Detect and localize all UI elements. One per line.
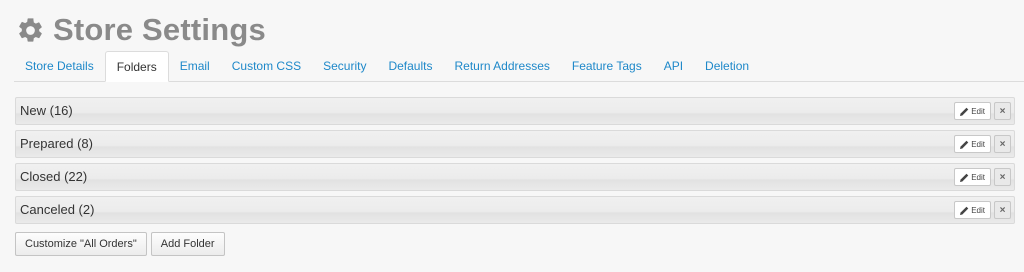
folder-name: Canceled (2): [20, 202, 95, 217]
tab-security[interactable]: Security: [312, 51, 377, 81]
add-folder-button[interactable]: Add Folder: [150, 232, 225, 256]
page-title: Store Settings: [53, 12, 266, 47]
pencil-icon: [960, 173, 969, 182]
tab-email[interactable]: Email: [169, 51, 221, 81]
edit-label: Edit: [971, 172, 985, 182]
remove-folder-button[interactable]: ×: [994, 102, 1011, 120]
tab-store-details[interactable]: Store Details: [14, 51, 105, 81]
edit-label: Edit: [971, 205, 985, 215]
pencil-icon: [960, 206, 969, 215]
tab-folders[interactable]: Folders: [104, 51, 169, 82]
edit-folder-button[interactable]: Edit: [954, 168, 991, 186]
tab-deletion[interactable]: Deletion: [694, 51, 760, 81]
remove-folder-button[interactable]: ×: [994, 135, 1011, 153]
tab-defaults[interactable]: Defaults: [377, 51, 443, 81]
tab-feature-tags[interactable]: Feature Tags: [561, 51, 653, 81]
page-header: Store Settings: [16, 12, 266, 48]
folder-name: Closed (22): [20, 169, 88, 184]
folder-row-canceled: Canceled (2) Edit ×: [15, 196, 1015, 224]
tab-api[interactable]: API: [653, 51, 694, 81]
customize-all-orders-button[interactable]: Customize "All Orders": [15, 232, 147, 256]
edit-folder-button[interactable]: Edit: [954, 135, 991, 153]
tab-custom-css[interactable]: Custom CSS: [221, 51, 312, 81]
edit-folder-button[interactable]: Edit: [954, 102, 991, 120]
folder-row-closed: Closed (22) Edit ×: [15, 163, 1015, 191]
folder-list: New (16) Edit × Prepared (8) Edit × Clos…: [15, 97, 1015, 229]
folder-row-prepared: Prepared (8) Edit ×: [15, 130, 1015, 158]
pencil-icon: [960, 140, 969, 149]
folder-name: Prepared (8): [20, 136, 93, 151]
edit-label: Edit: [971, 106, 985, 116]
edit-label: Edit: [971, 139, 985, 149]
edit-folder-button[interactable]: Edit: [954, 201, 991, 219]
folder-actions-bar: Customize "All Orders" Add Folder: [15, 232, 225, 256]
remove-folder-button[interactable]: ×: [994, 201, 1011, 219]
remove-folder-button[interactable]: ×: [994, 168, 1011, 186]
pencil-icon: [960, 107, 969, 116]
tab-return-addresses[interactable]: Return Addresses: [443, 51, 560, 81]
settings-tabs: Store Details Folders Email Custom CSS S…: [14, 51, 1024, 82]
gear-icon: [19, 17, 42, 42]
folder-row-new: New (16) Edit ×: [15, 97, 1015, 125]
folder-name: New (16): [20, 103, 73, 118]
